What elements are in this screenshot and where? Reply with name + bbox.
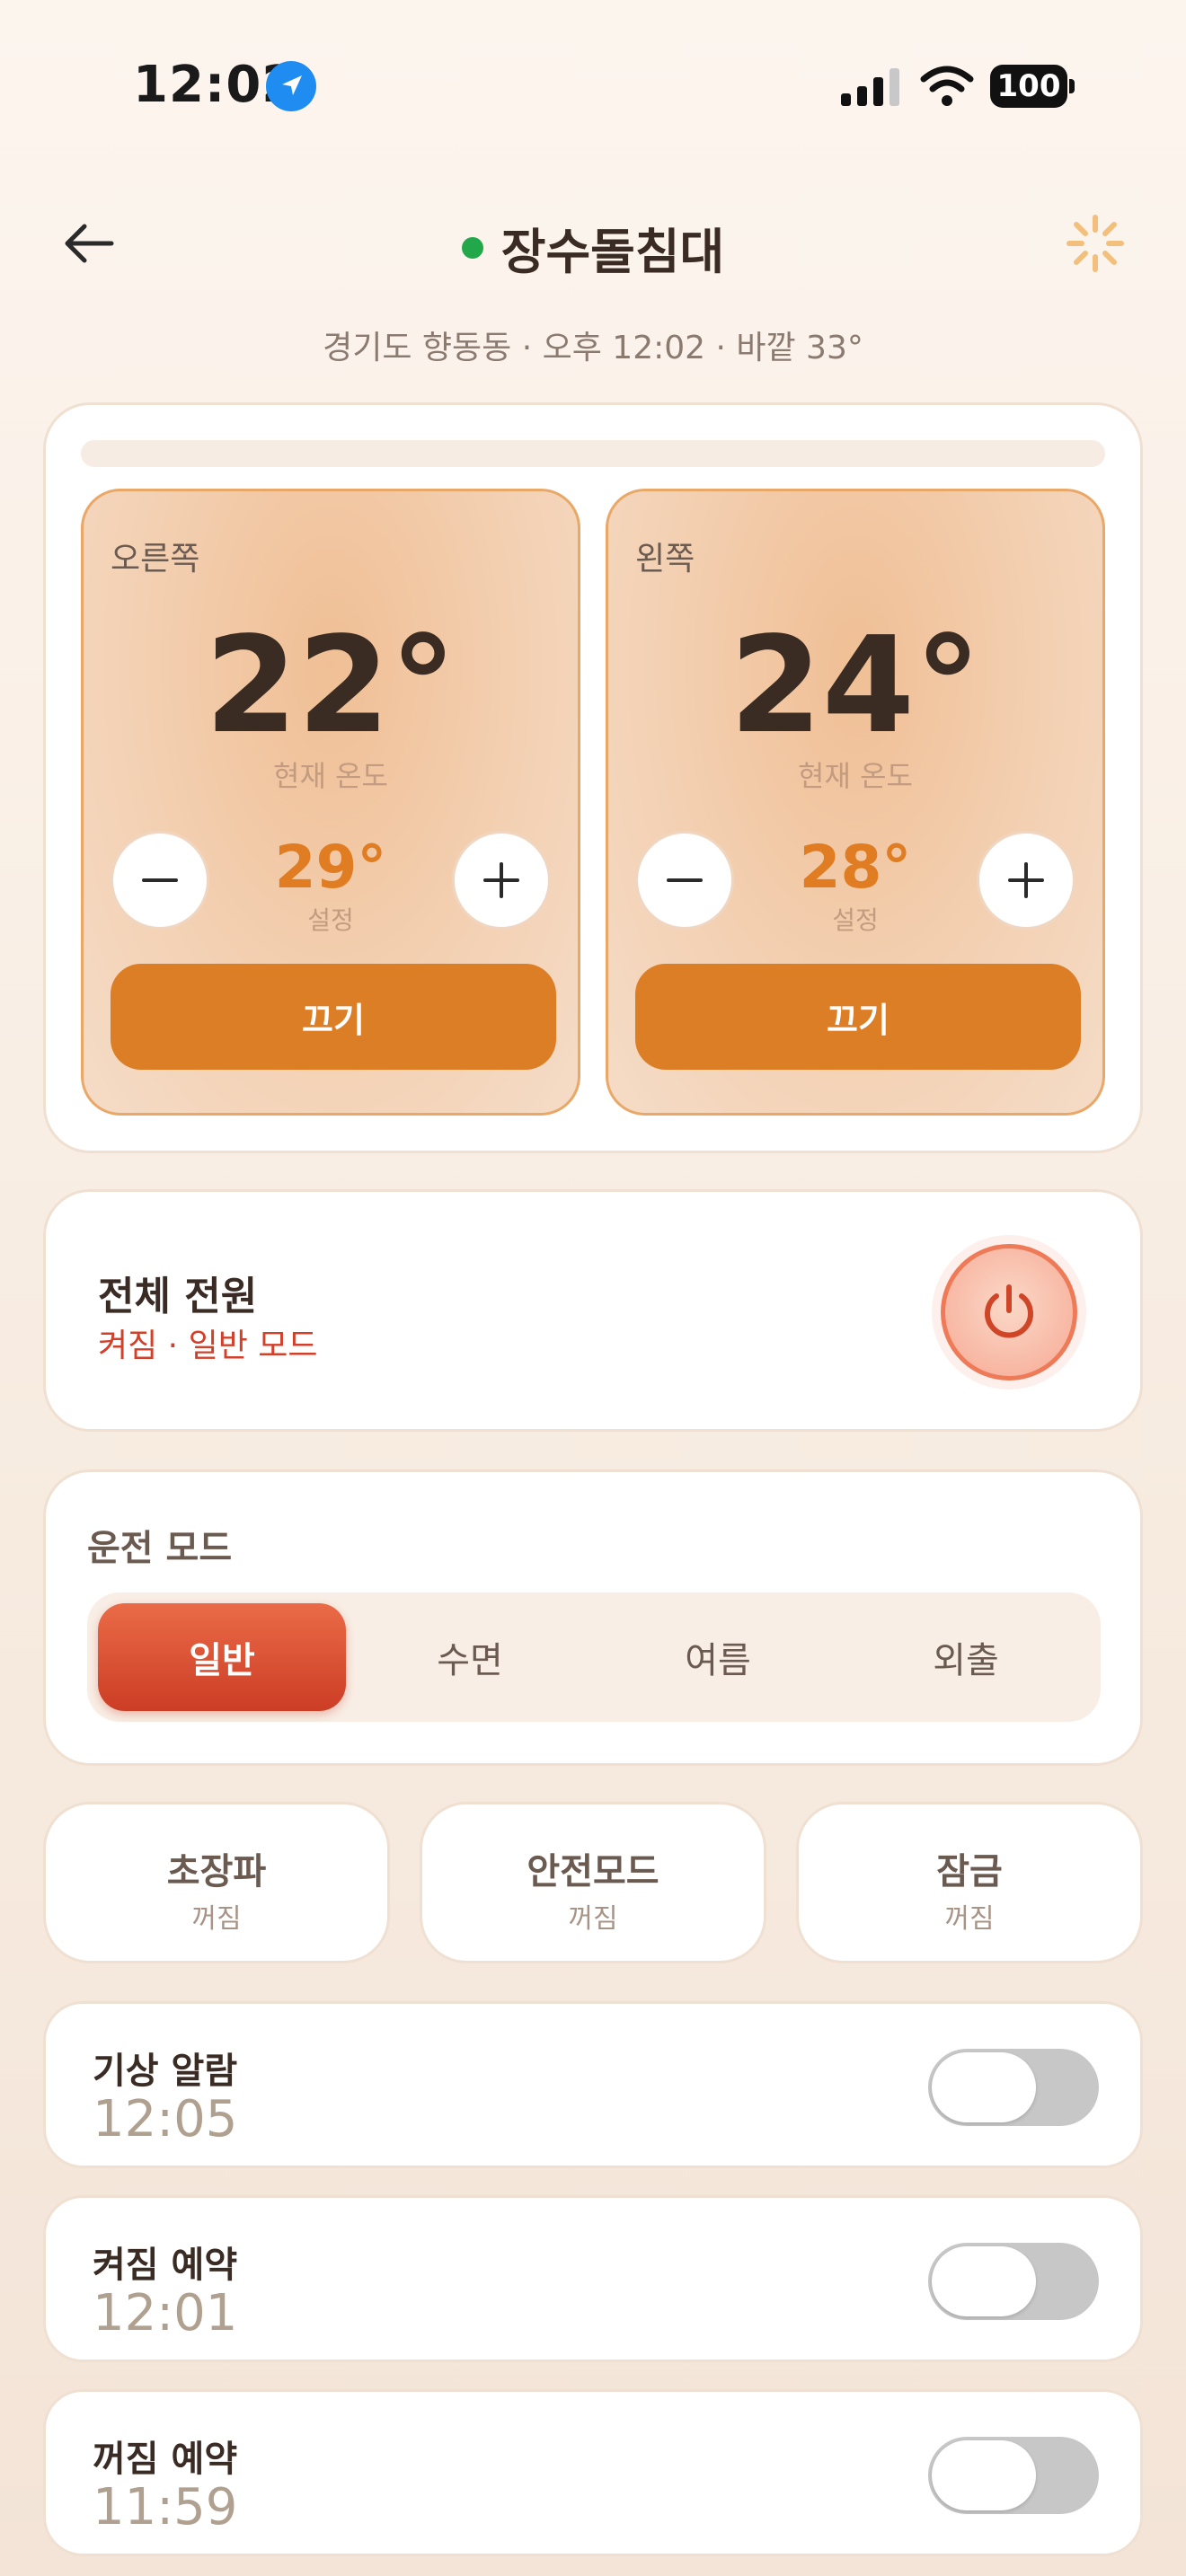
wake-alarm-toggle[interactable]: [928, 2049, 1099, 2126]
device-name: 장수돌침대: [500, 224, 725, 280]
plus-icon: [483, 862, 519, 898]
mode-segmented-control: 일반 수면 여름 외출: [87, 1592, 1101, 1722]
zone-left-side: 왼쪽 24° 현재 온도 28° 설정 끄기: [606, 489, 1105, 1116]
power-title: 전체 전원: [98, 1274, 258, 1319]
schedule-row-power-on: 켜짐 예약 12:01: [43, 2195, 1143, 2362]
cellular-signal-icon: [841, 68, 902, 106]
minus-icon: [142, 878, 178, 882]
schedule-title: 켜짐 예약: [93, 2245, 238, 2286]
current-temperature: 24°: [730, 608, 981, 763]
power-card: 전체 전원 켜짐 · 일반 모드: [43, 1189, 1143, 1432]
schedule-time[interactable]: 12:01: [93, 2284, 237, 2342]
zone-right-side: 오른쪽 22° 현재 온도 29° 설정 끄기: [81, 489, 580, 1116]
operation-mode-card: 운전 모드 일반 수면 여름 외출: [43, 1469, 1143, 1766]
loading-spinner-icon: [1064, 212, 1127, 275]
battery-icon: 100: [990, 65, 1075, 108]
minus-icon: [667, 878, 703, 882]
current-temperature-caption: 현재 온도: [798, 759, 913, 793]
power-on-schedule-toggle[interactable]: [928, 2243, 1099, 2320]
zone-label: 왼쪽: [635, 541, 695, 578]
tile-status: 꺼짐: [944, 1903, 995, 1935]
feature-tile-ultralong-wave[interactable]: 초장파 꺼짐: [43, 1802, 390, 1963]
tile-status: 꺼짐: [191, 1903, 242, 1935]
schedule-title: 꺼짐 예약: [93, 2439, 238, 2480]
feature-tile-lock[interactable]: 잠금 꺼짐: [796, 1802, 1143, 1963]
schedule-time[interactable]: 12:05: [93, 2090, 237, 2148]
current-temperature-caption: 현재 온도: [273, 759, 388, 793]
power-off-schedule-toggle[interactable]: [928, 2437, 1099, 2514]
page-title: 장수돌침대: [0, 212, 1186, 283]
tile-title: 초장파: [166, 1851, 267, 1892]
mode-option-away[interactable]: 외출: [842, 1603, 1090, 1711]
tile-title: 안전모드: [527, 1851, 659, 1892]
mode-title: 운전 모드: [87, 1528, 233, 1569]
schedule-row-power-off: 꺼짐 예약 11:59: [43, 2389, 1143, 2556]
schedule-row-wake-alarm: 기상 알람 12:05: [43, 2001, 1143, 2168]
increase-temp-button[interactable]: [977, 831, 1075, 930]
mode-option-sleep[interactable]: 수면: [346, 1603, 594, 1711]
mode-option-summer[interactable]: 여름: [594, 1603, 842, 1711]
feature-tile-safety-mode[interactable]: 안전모드 꺼짐: [420, 1802, 766, 1963]
current-temperature: 22°: [205, 608, 456, 763]
wifi-icon: [920, 65, 974, 108]
decrease-temp-button[interactable]: [111, 831, 209, 930]
schedule-title: 기상 알람: [93, 2051, 238, 2092]
zone-off-button[interactable]: 끄기: [111, 964, 556, 1070]
zone-off-button[interactable]: 끄기: [635, 964, 1081, 1070]
power-button[interactable]: [941, 1244, 1077, 1381]
plus-icon: [1008, 862, 1044, 898]
decrease-temp-button[interactable]: [635, 831, 734, 930]
tile-title: 잠금: [936, 1851, 1003, 1892]
location-arrow-icon: [266, 61, 316, 111]
zone-label: 오른쪽: [111, 541, 200, 578]
zones-scroll-indicator: [81, 440, 1105, 467]
location-weather-subtitle: 경기도 향동동 · 오후 12:02 · 바깥 33°: [323, 330, 863, 366]
schedule-time[interactable]: 11:59: [93, 2478, 237, 2536]
battery-level: 100: [990, 65, 1067, 108]
power-icon: [985, 1284, 1033, 1338]
mode-option-normal[interactable]: 일반: [98, 1603, 346, 1711]
power-status: 켜짐 · 일반 모드: [98, 1328, 318, 1364]
increase-temp-button[interactable]: [452, 831, 551, 930]
online-status-dot: [461, 236, 483, 259]
tile-status: 꺼짐: [568, 1903, 618, 1935]
